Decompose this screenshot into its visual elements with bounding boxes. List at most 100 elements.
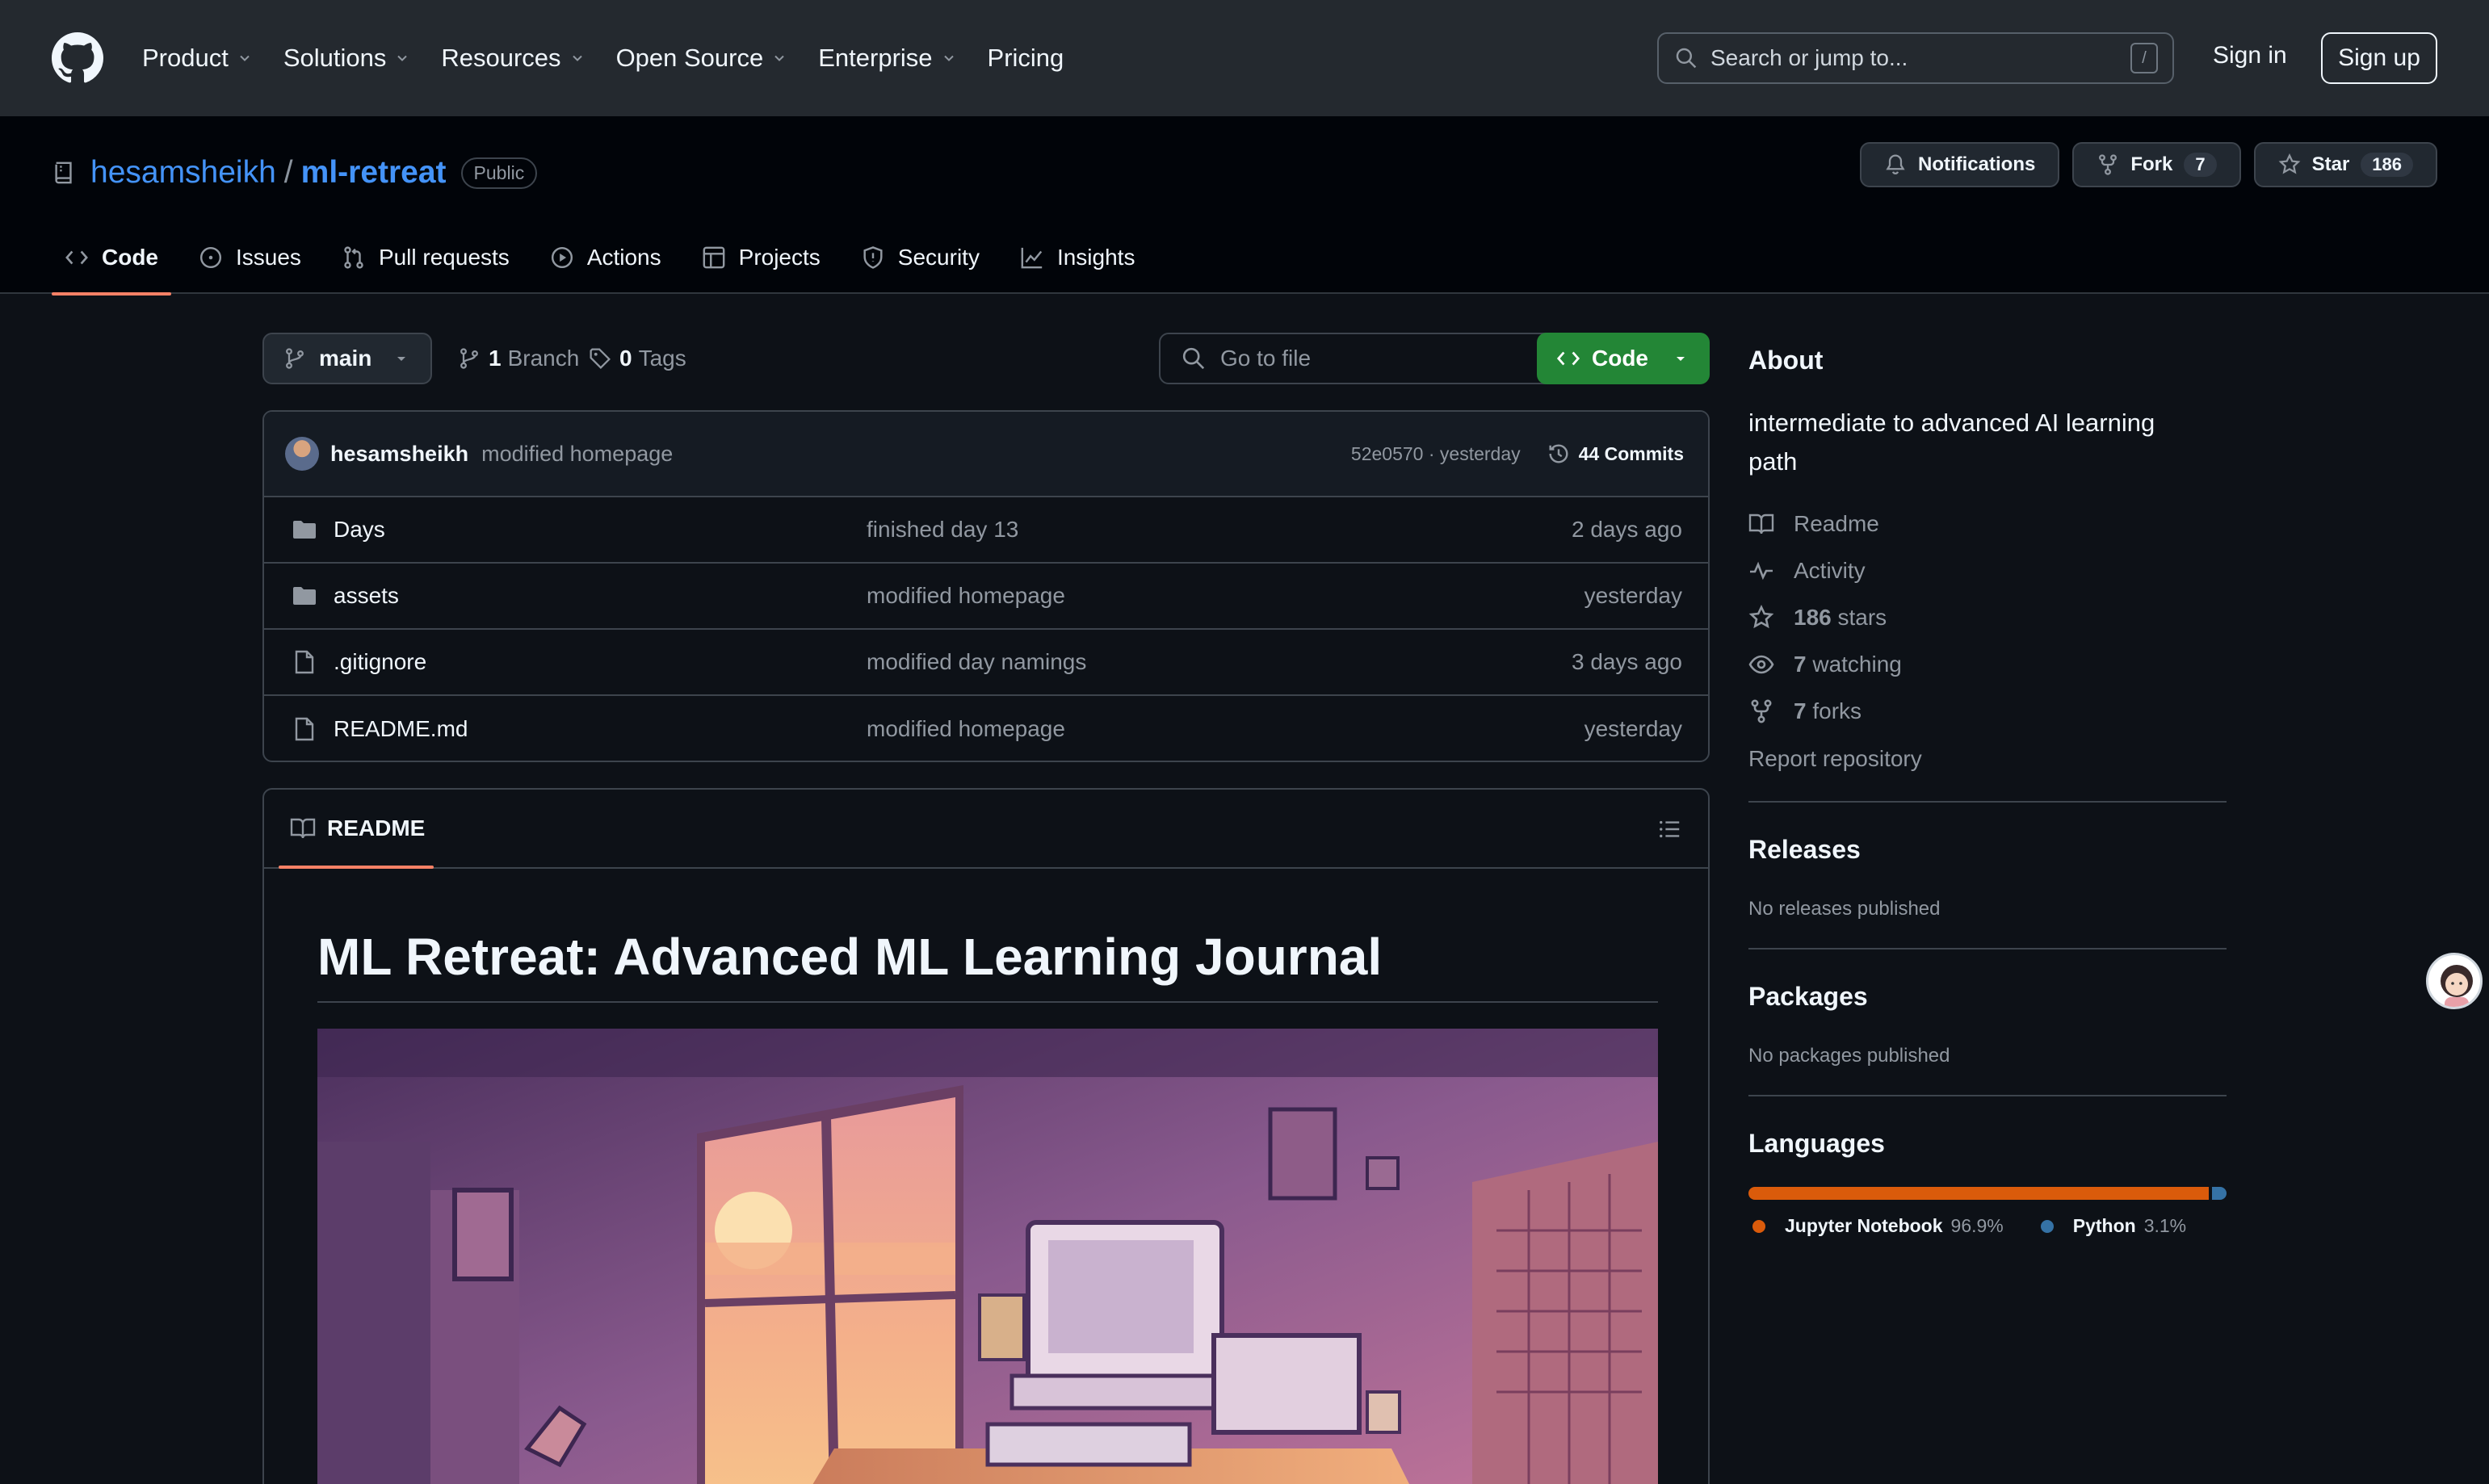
nav-pricing[interactable]: Pricing [988, 44, 1064, 73]
table-icon [702, 245, 726, 270]
file-commit-message[interactable]: modified homepage [867, 716, 1584, 742]
nav-product[interactable]: Product [142, 44, 253, 73]
tab-label: Pull requests [378, 245, 510, 270]
file-name[interactable]: assets [334, 583, 867, 609]
divider [1748, 1095, 2227, 1096]
language-item[interactable]: Python 3.1% [2040, 1215, 2186, 1237]
nav-label: Enterprise [818, 44, 933, 72]
releases-empty: No releases published [1748, 898, 1941, 920]
branch-selector[interactable]: main [262, 333, 432, 384]
tab-issues[interactable]: Issues [186, 221, 314, 294]
go-to-file-input[interactable]: Go to file [1159, 333, 1558, 384]
watchers-link[interactable]: 7 watching [1748, 641, 1902, 688]
global-search-input[interactable]: Search or jump to... / [1657, 32, 2174, 84]
code-dropdown-button[interactable]: Code [1537, 333, 1710, 384]
language-item[interactable]: Jupyter Notebook 96.9% [1752, 1215, 2004, 1237]
sign-up-button[interactable]: Sign up [2321, 32, 2437, 84]
nav-label: Product [142, 44, 229, 72]
language-color-dot [1752, 1219, 1765, 1233]
packages-empty: No packages published [1748, 1045, 1950, 1067]
stars-link[interactable]: 186 stars [1748, 594, 1902, 641]
star-button[interactable]: Star 186 [2253, 142, 2437, 187]
main-nav: Product Solutions Resources Open Source … [142, 36, 1094, 81]
chevron-down-icon [941, 50, 957, 66]
repo-actions: Notifications Fork 7 Star 186 [1859, 142, 2437, 187]
nav-open-source[interactable]: Open Source [616, 44, 788, 73]
about-heading: About [1748, 346, 1824, 375]
file-row[interactable]: Days finished day 13 2 days ago [264, 497, 1708, 564]
tab-label: Projects [738, 245, 821, 270]
releases-heading[interactable]: Releases [1748, 835, 1861, 865]
branches-count: 1 [489, 346, 502, 371]
stars-label: stars [1837, 605, 1887, 630]
forks-count: 7 [1794, 698, 1807, 723]
file-name[interactable]: .gitignore [334, 649, 867, 675]
star-icon [2278, 153, 2301, 176]
readme-tab-indicator [279, 866, 434, 869]
tab-pull-requests[interactable]: Pull requests [329, 221, 523, 294]
forks-link[interactable]: 7 forks [1748, 688, 1902, 735]
tags-link[interactable]: 0 Tags [589, 333, 686, 384]
tags-label: Tags [638, 346, 686, 371]
tab-code[interactable]: Code [52, 221, 171, 296]
file-commit-message[interactable]: modified day namings [867, 649, 1572, 675]
notifications-label: Notifications [1917, 153, 2036, 175]
star-icon [1748, 605, 1774, 631]
file-row[interactable]: README.md modified homepage yesterday [264, 696, 1708, 761]
chevron-down-icon [237, 50, 253, 66]
fork-count: 7 [2184, 153, 2217, 177]
repo-owner-link[interactable]: hesamsheikh [90, 155, 276, 191]
file-name[interactable]: Days [334, 517, 867, 543]
about-description: intermediate to advanced AI learning pat… [1748, 409, 2155, 476]
fork-button[interactable]: Fork 7 [2072, 142, 2241, 187]
commit-hash-time[interactable]: 52e0570 · yesterday [1351, 443, 1521, 465]
avatar[interactable] [285, 437, 319, 471]
commit-author-link[interactable]: hesamsheikh [330, 442, 468, 467]
floating-avatar[interactable] [2426, 953, 2483, 1009]
fork-icon [1748, 698, 1774, 724]
search-shortcut-key: / [2130, 43, 2158, 73]
file-name[interactable]: README.md [334, 716, 867, 742]
report-repository-link[interactable]: Report repository [1748, 746, 1922, 772]
branch-icon [458, 347, 481, 370]
tab-label: Insights [1056, 245, 1135, 270]
file-toolbar: main 1 Branch 0 Tags Go to file Code [262, 333, 1710, 384]
branches-link[interactable]: 1 Branch [458, 333, 579, 384]
nav-enterprise[interactable]: Enterprise [818, 44, 956, 73]
about-links: Readme Activity 186 stars 7 watching 7 f… [1748, 501, 1902, 735]
tab-projects[interactable]: Projects [689, 221, 833, 294]
tab-label: Actions [586, 245, 661, 270]
tab-security[interactable]: Security [848, 221, 993, 294]
star-label: Star [2311, 153, 2350, 175]
tab-label: Issues [236, 245, 301, 270]
language-name: Python [2072, 1215, 2136, 1236]
file-commit-message[interactable]: modified homepage [867, 583, 1584, 609]
repo-tabs: Code Issues Pull requests Actions Projec… [52, 221, 1162, 296]
watchers-label: watching [1812, 652, 1902, 677]
commits-history-link[interactable]: 44 Commits [1547, 442, 1684, 466]
tab-insights[interactable]: Insights [1007, 221, 1148, 294]
readme-header: README [264, 790, 1708, 869]
branch-name: main [319, 346, 372, 371]
packages-heading[interactable]: Packages [1748, 982, 1868, 1012]
file-row[interactable]: assets modified homepage yesterday [264, 564, 1708, 630]
book-icon [1748, 511, 1774, 537]
nav-resources[interactable]: Resources [441, 44, 585, 73]
file-row[interactable]: .gitignore modified day namings 3 days a… [264, 630, 1708, 696]
divider [1748, 801, 2227, 803]
sign-in-link[interactable]: Sign in [2213, 42, 2287, 69]
readme-tab[interactable]: README [327, 815, 425, 841]
file-commit-message[interactable]: finished day 13 [867, 517, 1572, 543]
code-button-label: Code [1592, 346, 1648, 371]
visibility-badge: Public [460, 157, 538, 189]
readme-link[interactable]: Readme [1748, 501, 1902, 547]
github-logo-icon[interactable] [52, 32, 103, 84]
list-icon[interactable] [1658, 817, 1682, 841]
commit-message-link[interactable]: modified homepage [481, 442, 1351, 467]
activity-link[interactable]: Activity [1748, 547, 1902, 594]
notifications-button[interactable]: Notifications [1859, 142, 2060, 187]
caret-down-icon [1674, 352, 1687, 365]
tab-actions[interactable]: Actions [537, 221, 674, 294]
repo-name-link[interactable]: ml-retreat [301, 155, 447, 191]
nav-solutions[interactable]: Solutions [283, 44, 411, 73]
